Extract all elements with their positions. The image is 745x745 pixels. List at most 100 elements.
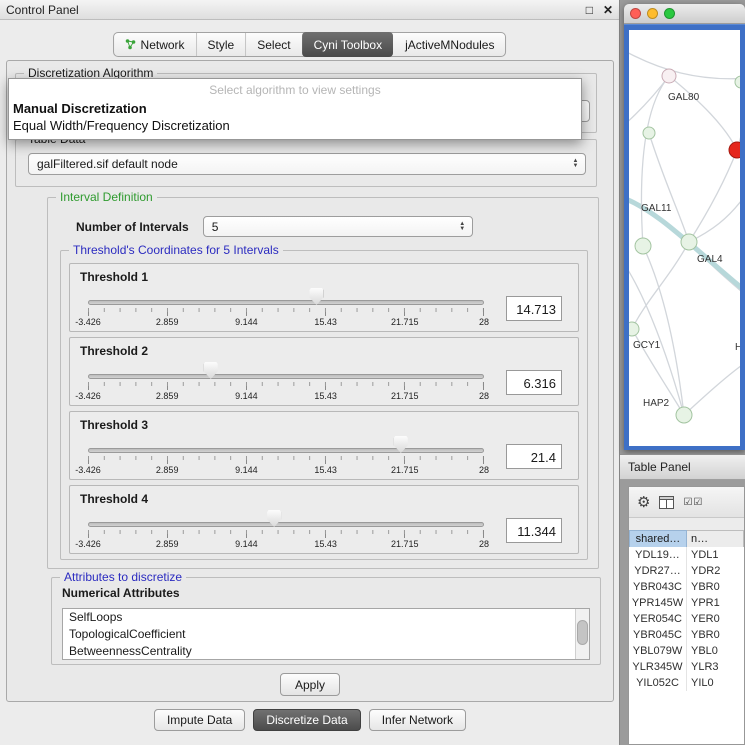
list-scrollbar[interactable] — [575, 609, 589, 659]
scrollbar-thumb[interactable] — [577, 620, 588, 645]
table-cell: YDL19… — [629, 547, 687, 563]
network-node[interactable] — [729, 142, 740, 158]
threshold-panel: Threshold 4 -3.4262.8599.14415.4321.71528… — [69, 485, 579, 554]
columns-icon[interactable] — [659, 496, 674, 509]
threshold-value[interactable]: 14.713 — [506, 296, 562, 321]
table-cell: YDR2 — [687, 563, 744, 579]
num-intervals-combo[interactable]: 5 ▲▼ — [203, 216, 473, 237]
table-row[interactable]: YDL19…YDL1 — [629, 547, 744, 563]
network-view-window: GAL80GAL11GAL4GCY1HAP2H — [624, 4, 745, 450]
threshold-value[interactable]: 11.344 — [506, 518, 562, 543]
minimize-icon[interactable]: □ — [586, 3, 593, 17]
table-cell: YBL079W — [629, 643, 687, 659]
threshold-slider[interactable]: -3.4262.8599.14415.4321.71528 — [88, 287, 484, 329]
zoom-light[interactable] — [664, 8, 675, 19]
interval-definition-title: Interval Definition — [56, 190, 157, 204]
bottom-tab-infer-network[interactable]: Infer Network — [369, 709, 466, 731]
table-row[interactable]: YBR045CYBR0 — [629, 627, 744, 643]
threshold-slider[interactable]: -3.4262.8599.14415.4321.71528 — [88, 509, 484, 551]
network-node[interactable] — [662, 69, 676, 83]
window-title: Control Panel — [6, 3, 79, 17]
tab-select[interactable]: Select — [245, 33, 301, 56]
table-row[interactable]: YBR043CYBR0 — [629, 579, 744, 595]
network-node[interactable] — [629, 322, 639, 336]
threshold-slider[interactable]: -3.4262.8599.14415.4321.71528 — [88, 435, 484, 477]
threshold-panel: Threshold 2-3.4262.8599.14415.4321.71528… — [69, 337, 579, 406]
table-cell: YER0 — [687, 611, 744, 627]
table-cell: YBR0 — [687, 627, 744, 643]
tab-label: Network — [141, 38, 185, 52]
table-row[interactable]: YBL079WYBL0 — [629, 643, 744, 659]
dropdown-option[interactable]: Manual Discretization — [9, 100, 581, 117]
tab-jactivemnodules[interactable]: jActiveMNodules — [393, 33, 505, 56]
table-row[interactable]: YER054CYER0 — [629, 611, 744, 627]
threshold-value[interactable]: 21.4 — [506, 444, 562, 469]
network-edge — [632, 242, 689, 329]
close-icon[interactable]: ✕ — [603, 3, 613, 17]
table-cell: YLR345W — [629, 659, 687, 675]
table-panel-window: ⚙ ☑☑ shared… n… YDL19…YDL1YDR27…YDR2YBR0… — [628, 486, 745, 745]
interval-definition-group: Interval Definition Number of Intervals … — [47, 197, 599, 569]
bottom-tab-impute-data[interactable]: Impute Data — [154, 709, 245, 731]
control-panel-window: Control Panel □ ✕ Network StyleSelectCyni… — [0, 0, 620, 745]
slider-scale: -3.4262.8599.14415.4321.71528 — [88, 317, 484, 328]
network-edge — [669, 76, 737, 150]
dropdown-option[interactable]: Equal Width/Frequency Discretization — [9, 117, 581, 134]
algorithm-dropdown: Select algorithm to view settings Manual… — [8, 78, 582, 140]
list-item[interactable]: BetweennessCentrality — [63, 643, 589, 660]
gear-icon[interactable]: ⚙ — [637, 493, 650, 511]
network-edge — [629, 50, 740, 79]
attributes-group-title: Attributes to discretize — [60, 570, 186, 584]
table-row[interactable]: YPR145WYPR1 — [629, 595, 744, 611]
network-node[interactable] — [735, 76, 740, 88]
threshold-value[interactable]: 6.316 — [506, 370, 562, 395]
list-item[interactable]: SelfLoops — [63, 609, 589, 626]
tab-network[interactable]: Network — [114, 33, 196, 56]
node-label: GAL80 — [668, 92, 700, 103]
close-light[interactable] — [630, 8, 641, 19]
slider-scale: -3.4262.8599.14415.4321.71528 — [88, 391, 484, 402]
attributes-list[interactable]: SelfLoopsTopologicalCoefficientBetweenne… — [62, 608, 590, 660]
minimize-light[interactable] — [647, 8, 658, 19]
network-node[interactable] — [676, 407, 692, 423]
bottom-tab-discretize-data[interactable]: Discretize Data — [253, 709, 360, 731]
tab-cyni-toolbox[interactable]: Cyni Toolbox — [302, 32, 393, 57]
network-edge — [643, 246, 684, 415]
checkbox-icons[interactable]: ☑☑ — [683, 497, 703, 508]
node-label: GAL11 — [641, 203, 672, 214]
tab-style[interactable]: Style — [196, 33, 246, 56]
slider-ticks — [88, 456, 484, 464]
table-row[interactable]: YLR345WYLR3 — [629, 659, 744, 675]
column-header-name[interactable]: n… — [687, 530, 744, 548]
column-header-shared[interactable]: shared… — [629, 530, 687, 548]
threshold-slider[interactable]: -3.4262.8599.14415.4321.71528 — [88, 361, 484, 403]
table-row[interactable]: YDR27…YDR2 — [629, 563, 744, 579]
table-cell: YIL052C — [629, 675, 687, 691]
slider-track[interactable] — [88, 522, 484, 527]
table-data-combo[interactable]: galFiltered.sif default node ▲▼ — [28, 153, 586, 175]
node-label: H — [735, 342, 740, 353]
slider-track[interactable] — [88, 448, 484, 453]
table-header-row: shared… n… — [629, 530, 744, 548]
network-window-titlebar[interactable] — [624, 4, 745, 24]
list-item[interactable]: TopologicalCoefficient — [63, 626, 589, 643]
table-row[interactable]: YIL052CYIL0 — [629, 675, 744, 691]
chevron-updown-icon: ▲▼ — [568, 159, 585, 169]
chevron-updown-icon: ▲▼ — [455, 222, 472, 232]
slider-track[interactable] — [88, 374, 484, 379]
network-canvas[interactable]: GAL80GAL11GAL4GCY1HAP2H — [629, 30, 740, 446]
table-panel-header[interactable]: Table Panel — [620, 454, 745, 480]
traffic-lights — [630, 8, 675, 19]
slider-track[interactable] — [88, 300, 484, 305]
network-node[interactable] — [635, 238, 651, 254]
threshold-label: Threshold 4 — [80, 492, 568, 506]
apply-button[interactable]: Apply — [280, 673, 340, 696]
table-toolbar: ⚙ ☑☑ — [629, 487, 744, 518]
threshold-label: Threshold 3 — [80, 418, 568, 432]
right-region: GAL80GAL11GAL4GCY1HAP2H Table Panel ⚙ ☑☑… — [620, 0, 745, 745]
table-data-combo-value: galFiltered.sif default node — [37, 157, 178, 171]
tab-label: jActiveMNodules — [405, 38, 494, 52]
attributes-group: Attributes to discretize Numerical Attri… — [51, 577, 601, 665]
network-node[interactable] — [681, 234, 697, 250]
network-node[interactable] — [643, 127, 655, 139]
